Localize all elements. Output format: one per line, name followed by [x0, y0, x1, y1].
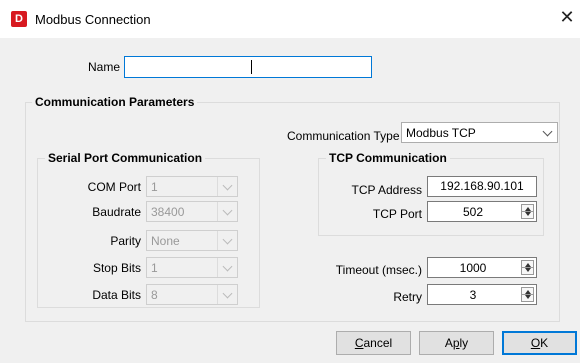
chevron-down-icon — [222, 234, 233, 245]
timeout-stepper[interactable]: 1000 — [427, 257, 537, 278]
chevron-down-icon — [222, 205, 233, 216]
combo-separator — [217, 202, 218, 221]
tcp-port-value: 502 — [462, 205, 484, 219]
name-label: Name — [87, 60, 120, 74]
communication-type-select[interactable]: Modbus TCP — [401, 122, 558, 143]
serial-port-title: Serial Port Communication — [45, 151, 206, 165]
retry-stepper[interactable]: 3 — [427, 284, 537, 305]
tcp-title: TCP Communication — [326, 151, 450, 165]
cancel-label: ancel — [363, 336, 393, 350]
tcp-port-stepper[interactable]: 502 — [427, 201, 537, 222]
chevron-down-icon — [542, 126, 553, 137]
tcp-address-label: TCP Address — [351, 183, 422, 197]
app-logo-icon: D — [11, 11, 27, 27]
apply-button[interactable]: Aply — [419, 331, 494, 355]
chevron-down-icon — [222, 288, 233, 299]
retry-label: Retry — [393, 290, 422, 304]
data-bits-select[interactable]: 8 — [146, 284, 238, 305]
spin-down-icon[interactable] — [525, 295, 531, 299]
spin-down-icon[interactable] — [525, 268, 531, 272]
spin-down-icon[interactable] — [525, 212, 531, 216]
stop-bits-value: 1 — [151, 261, 158, 275]
combo-separator — [217, 231, 218, 250]
ok-label: K — [540, 336, 549, 350]
data-bits-label: Data Bits — [92, 288, 141, 302]
title-bar: D Modbus Connection ✕ — [0, 0, 580, 38]
name-input[interactable] — [124, 56, 372, 78]
communication-parameters-title: Communication Parameters — [32, 95, 198, 109]
window-title: Modbus Connection — [35, 12, 151, 27]
communication-type-value: Modbus TCP — [406, 126, 476, 140]
stop-bits-label: Stop Bits — [92, 261, 141, 275]
timeout-label: Timeout (msec.) — [335, 263, 422, 277]
combo-separator — [217, 285, 218, 304]
tcp-group — [318, 158, 544, 236]
spin-buttons[interactable] — [521, 287, 534, 302]
dialog-body: Name Communication Parameters Communicat… — [0, 38, 580, 363]
parity-value: None — [151, 234, 180, 248]
timeout-value: 1000 — [459, 261, 487, 275]
baudrate-label: Baudrate — [92, 205, 141, 219]
com-port-label: COM Port — [87, 180, 141, 194]
com-port-value: 1 — [151, 180, 158, 194]
spin-buttons[interactable] — [521, 260, 534, 275]
communication-type-label: Communication Type — [287, 129, 400, 143]
close-icon[interactable]: ✕ — [556, 6, 578, 30]
chevron-down-icon — [222, 180, 233, 191]
apply-label-end: ly — [459, 336, 469, 350]
baudrate-value: 38400 — [151, 205, 185, 219]
spin-buttons[interactable] — [521, 204, 534, 219]
apply-label-start: A — [444, 336, 453, 350]
combo-separator — [217, 258, 218, 277]
ok-button[interactable]: OK — [502, 331, 577, 355]
tcp-address-input[interactable]: 192.168.90.101 — [427, 176, 537, 197]
cancel-button[interactable]: Cancel — [336, 331, 411, 355]
text-caret — [251, 60, 252, 74]
chevron-down-icon — [222, 261, 233, 272]
apply-mnemonic: p — [452, 336, 460, 350]
ok-mnemonic: O — [530, 336, 541, 350]
parity-label: Parity — [110, 234, 141, 248]
retry-value: 3 — [469, 288, 477, 302]
com-port-select[interactable]: 1 — [146, 176, 238, 197]
parity-select[interactable]: None — [146, 230, 238, 251]
data-bits-value: 8 — [151, 288, 158, 302]
baudrate-select[interactable]: 38400 — [146, 201, 238, 222]
stop-bits-select[interactable]: 1 — [146, 257, 238, 278]
combo-separator — [217, 177, 218, 196]
tcp-port-label: TCP Port — [372, 207, 422, 221]
